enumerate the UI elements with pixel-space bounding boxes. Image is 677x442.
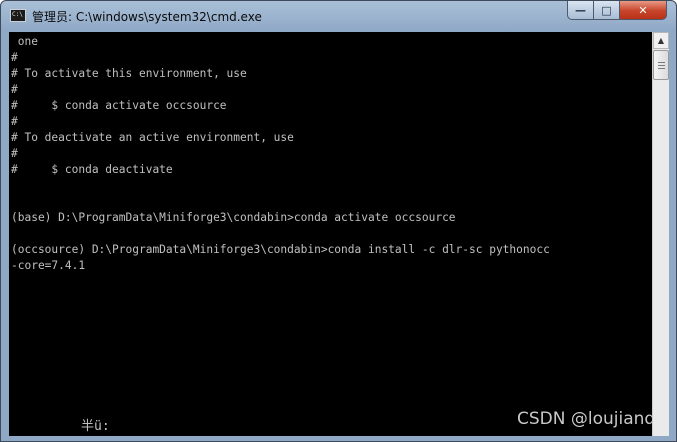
console-output[interactable]: one # # To activate this environment, use #…: [9, 32, 652, 436]
console-line: #: [11, 51, 18, 64]
console-line: one: [11, 35, 38, 48]
console-line: #: [11, 115, 18, 128]
title-bar[interactable]: C:\ 管理员: C:\windows\system32\cmd.exe — □…: [1, 1, 676, 31]
console-line: # To deactivate an active environment, u…: [11, 131, 294, 144]
scroll-up-button[interactable]: ▲: [653, 32, 669, 49]
thumb-grip-line: [658, 68, 665, 69]
console-line: # To activate this environment, use: [11, 67, 247, 80]
console-line: # $ conda activate occsource: [11, 99, 227, 112]
thumb-grip-line: [658, 62, 665, 63]
console-line: #: [11, 83, 18, 96]
console-line: # $ conda deactivate: [11, 163, 173, 176]
cmd-app-icon[interactable]: C:\: [10, 9, 26, 22]
scroll-thumb[interactable]: [653, 50, 669, 80]
thumb-grip-line: [658, 65, 665, 66]
console-line: (occsource) D:\ProgramData\Miniforge3\co…: [11, 243, 550, 256]
console-line: #: [11, 147, 18, 160]
cmd-window: C:\ 管理员: C:\windows\system32\cmd.exe — □…: [0, 0, 677, 442]
ime-status: 半ü:: [81, 419, 110, 434]
console-line: (base) D:\ProgramData\Miniforge3\condabi…: [11, 211, 456, 224]
vertical-scrollbar[interactable]: ▲: [652, 32, 669, 436]
window-title: 管理员: C:\windows\system32\cmd.exe: [32, 10, 262, 24]
console-client-area: one # # To activate this environment, use #…: [9, 32, 669, 436]
console-lines: one # # To activate this environment, use #…: [11, 34, 550, 274]
app-icon-text: C:\: [12, 11, 23, 18]
maximize-button[interactable]: □: [593, 1, 620, 20]
csdn-watermark: CSDN @loujiand: [517, 409, 652, 429]
close-button[interactable]: ✕: [619, 1, 667, 20]
console-line: -core=7.4.1: [11, 259, 86, 272]
minimize-button[interactable]: —: [567, 1, 594, 20]
